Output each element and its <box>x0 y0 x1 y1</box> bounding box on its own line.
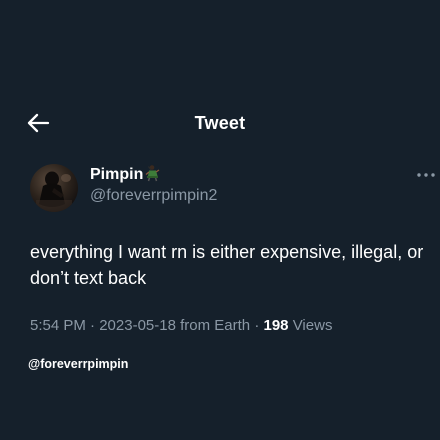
display-name-text: Pimpin <box>90 166 144 183</box>
watermark: @foreverrpimpin <box>28 357 129 371</box>
tweet-date[interactable]: 2023-05-18 <box>99 317 176 334</box>
more-dots-icon[interactable] <box>416 170 436 180</box>
avatar-image <box>36 171 72 212</box>
separator: · <box>85 317 100 334</box>
separator: · <box>250 317 264 334</box>
tweet-text: everything I want rn is either expensive… <box>30 242 424 288</box>
dancing-figure-emoji <box>145 165 160 182</box>
tweet-author[interactable]: Pimpin @foreverrpimpin2 <box>90 164 217 207</box>
tweet-metadata: 5:54 PM · 2023-05-18 from Earth · 198 Vi… <box>30 317 332 334</box>
top-bar: Tweet <box>0 108 440 138</box>
views-label[interactable]: Views <box>293 317 333 334</box>
tweet-source: from Earth <box>180 317 251 334</box>
username[interactable]: @foreverrpimpin2 <box>90 185 217 207</box>
tweet-time[interactable]: 5:54 PM <box>30 317 86 334</box>
avatar[interactable] <box>30 164 78 212</box>
page-title: Tweet <box>194 113 246 133</box>
display-name[interactable]: Pimpin <box>90 164 217 185</box>
views-count[interactable]: 198 <box>264 317 289 334</box>
